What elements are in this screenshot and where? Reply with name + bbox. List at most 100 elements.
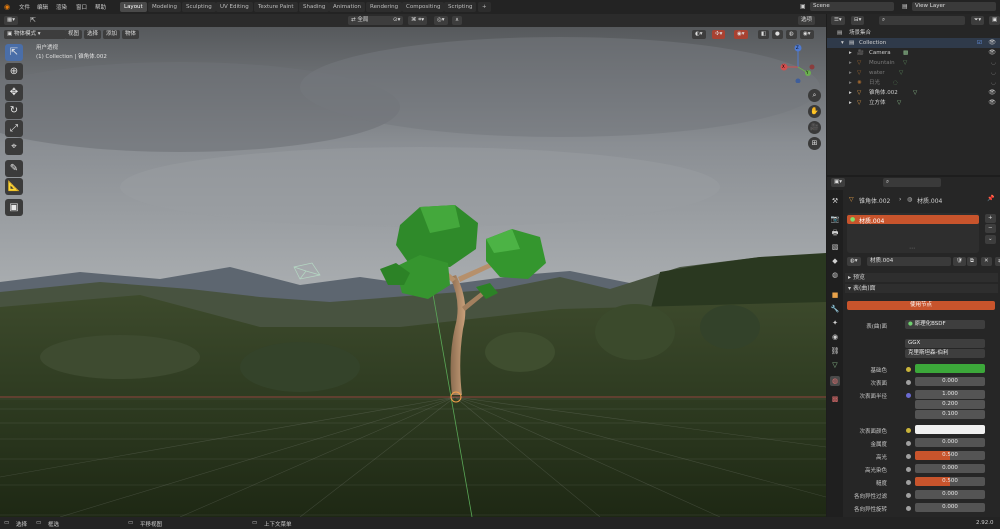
visibility-icon[interactable]: ◐▾: [692, 30, 706, 39]
expand-icon[interactable]: ▾: [841, 38, 844, 48]
remove-slot-button[interactable]: −: [985, 224, 996, 233]
specular-slider[interactable]: 0.500: [915, 451, 985, 460]
cursor-tool-icon[interactable]: ⊕: [5, 63, 23, 80]
slot-menu-icon[interactable]: ⌄: [985, 235, 996, 244]
tab-animation[interactable]: Animation: [329, 2, 366, 12]
view-layer-tab-icon[interactable]: ▧: [830, 242, 840, 252]
particles-tab-icon[interactable]: ✦: [830, 318, 840, 328]
outliner-item-water[interactable]: ▸ ▽ water ▽ ◡: [827, 68, 1000, 78]
eye-hidden-icon[interactable]: ◡: [991, 78, 996, 88]
zoom-icon[interactable]: ⌕: [808, 89, 821, 102]
socket-dot-icon[interactable]: [906, 480, 911, 485]
tab-scripting[interactable]: Scripting: [444, 2, 477, 12]
view-layer-field[interactable]: View Layer: [912, 2, 996, 11]
surface-shader-field[interactable]: ● 原理化BSDF: [905, 320, 985, 329]
world-tab-icon[interactable]: ◍: [830, 270, 840, 280]
3d-viewport[interactable]: ▣ 物体模式 ▾ 视图 选择 添加 物体 ◐▾ ✣▾ ◉▾ ◧ ● ◍ ◉▾ 用…: [0, 27, 826, 517]
gizmo-toggle-icon[interactable]: ✣▾: [712, 30, 726, 39]
metallic-value[interactable]: 0.000: [915, 438, 985, 447]
outliner-item-sun[interactable]: ▸ ✺ 日光 ◌ ◡: [827, 78, 1000, 88]
shading-rendered-icon[interactable]: ◉▾: [800, 30, 814, 39]
menu-window[interactable]: 窗口: [76, 3, 87, 11]
measure-tool-icon[interactable]: 📐: [5, 178, 23, 195]
tab-rendering[interactable]: Rendering: [366, 2, 403, 12]
xray-icon[interactable]: ◧: [758, 30, 770, 39]
expand-icon[interactable]: ▸: [849, 88, 852, 98]
eye-icon[interactable]: 👁: [988, 38, 996, 48]
navigation-gizmo[interactable]: Z X Y: [778, 43, 818, 84]
overlay-toggle-icon[interactable]: ◉▾: [734, 30, 748, 39]
tab-layout[interactable]: Layout: [120, 2, 147, 12]
menu-select[interactable]: 选择: [84, 30, 102, 39]
select-tool-icon[interactable]: ⇱: [30, 16, 36, 24]
radius-x-value[interactable]: 1.000: [915, 390, 985, 399]
output-tab-icon[interactable]: 🖶: [830, 228, 840, 238]
subsurface-value[interactable]: 0.000: [915, 377, 985, 386]
tab-shading[interactable]: Shading: [299, 2, 330, 12]
material-slot-row[interactable]: ● 材质.004: [847, 215, 979, 225]
move-tool-icon[interactable]: ✥: [5, 84, 23, 101]
socket-dot-icon[interactable]: [906, 454, 911, 459]
use-nodes-button[interactable]: 使用节点: [847, 301, 995, 310]
texture-tab-icon[interactable]: ▩: [830, 394, 840, 404]
anisotropic-value[interactable]: 0.000: [915, 490, 985, 499]
tab-uv-editing[interactable]: UV Editing: [216, 2, 253, 12]
pan-hand-icon[interactable]: ✋: [808, 105, 821, 118]
new-collection-icon[interactable]: ▣: [989, 16, 1000, 25]
subsurface-method-dropdown[interactable]: 克里斯坦森-伯利: [905, 349, 985, 358]
material-tab-icon[interactable]: ◍: [830, 376, 840, 386]
tab-texture-paint[interactable]: Texture Paint: [254, 2, 298, 12]
perspective-grid-icon[interactable]: ⊞: [808, 137, 821, 150]
properties-type-icon[interactable]: ▣▾: [831, 178, 845, 187]
socket-dot-icon[interactable]: [906, 506, 911, 511]
pivot-icon[interactable]: ⊙▾: [390, 16, 404, 25]
menu-help[interactable]: 帮助: [95, 3, 106, 11]
menu-edit[interactable]: 编辑: [37, 3, 48, 11]
view-layer-icon[interactable]: ▤: [902, 3, 908, 10]
eye-icon[interactable]: 👁: [988, 48, 996, 58]
mode-dropdown[interactable]: ▣ 物体模式 ▾: [4, 30, 66, 39]
tab-sculpting[interactable]: Sculpting: [182, 2, 216, 12]
collection-checkbox-icon[interactable]: ☑: [977, 38, 982, 48]
snap-icon[interactable]: ⌘ ⌗▾: [408, 16, 428, 25]
tab-modeling[interactable]: Modeling: [148, 2, 182, 12]
expand-icon[interactable]: ▸: [849, 78, 852, 88]
physics-tab-icon[interactable]: ◉: [830, 332, 840, 342]
socket-dot-icon[interactable]: [906, 367, 911, 372]
outliner-collection[interactable]: ▾ ▤ Collection ☑ 👁: [827, 38, 1000, 48]
add-workspace-button[interactable]: +: [478, 2, 491, 12]
orientation-dropdown[interactable]: ⇄ 全局: [348, 16, 392, 25]
menu-object[interactable]: 物体: [122, 30, 140, 39]
outliner-item-cube[interactable]: ▸ ▽ 立方体 ▽ 👁: [827, 98, 1000, 108]
menu-render[interactable]: 渲染: [56, 3, 67, 11]
scene-field[interactable]: Scene: [810, 2, 894, 11]
material-browse-icon[interactable]: ◍▾: [847, 257, 861, 266]
socket-dot-icon[interactable]: [906, 467, 911, 472]
rotate-tool-icon[interactable]: ↻: [5, 102, 23, 119]
expand-icon[interactable]: ▸: [849, 68, 852, 78]
constraints-tab-icon[interactable]: ⛓: [830, 346, 840, 356]
outliner-item-camera[interactable]: ▸ 🎥 Camera ▩ 👁: [827, 48, 1000, 58]
expand-icon[interactable]: ▸: [849, 58, 852, 68]
subsurface-color-swatch[interactable]: [915, 425, 985, 434]
pin-icon[interactable]: 📌: [987, 195, 994, 202]
menu-add[interactable]: 添加: [103, 30, 121, 39]
outliner-scene-collection[interactable]: ▤ 场景集合: [827, 28, 1000, 38]
eye-icon[interactable]: 👁: [988, 88, 996, 98]
tab-compositing[interactable]: Compositing: [402, 2, 445, 12]
menu-view[interactable]: 视图: [65, 30, 83, 39]
outliner-item-mountain[interactable]: ▸ ▽ Mountain ▽ ◡: [827, 58, 1000, 68]
scene-icon[interactable]: ▣: [800, 3, 806, 10]
eye-hidden-icon[interactable]: ◡: [991, 68, 996, 78]
base-color-swatch[interactable]: [915, 364, 985, 373]
socket-dot-icon[interactable]: [906, 428, 911, 433]
filter-display-icon[interactable]: ⊟▾: [851, 16, 865, 25]
transform-tool-icon[interactable]: ⌖: [5, 138, 23, 155]
panel-surface-header[interactable]: ▾ 表(曲)面: [845, 284, 998, 293]
render-tab-icon[interactable]: 📷: [830, 214, 840, 224]
add-cube-tool-icon[interactable]: ▣: [5, 199, 23, 216]
scale-tool-icon[interactable]: ⤢: [5, 120, 23, 137]
distribution-dropdown[interactable]: GGX: [905, 339, 985, 348]
expand-icon[interactable]: ▸: [849, 48, 852, 58]
camera-view-icon[interactable]: 🎥: [808, 121, 821, 134]
